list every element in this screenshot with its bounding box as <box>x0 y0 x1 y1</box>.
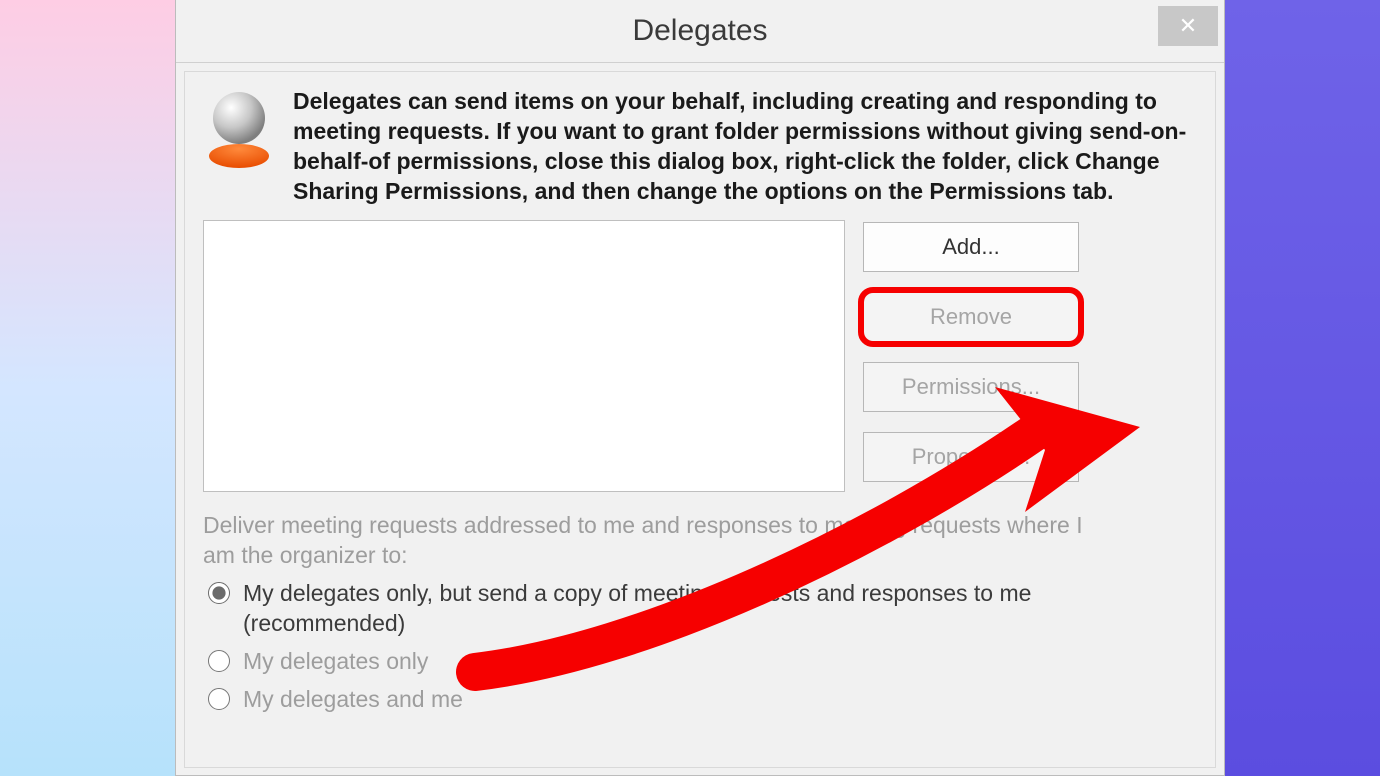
dialog-content: Delegates can send items on your behalf,… <box>184 71 1216 768</box>
radio-option-opt2[interactable]: My delegates only <box>203 646 1197 676</box>
permissions-button[interactable]: Permissions... <box>863 362 1079 412</box>
radio-input-opt3[interactable] <box>208 688 230 710</box>
delegate-listbox[interactable] <box>203 220 845 492</box>
deliver-requests-label: Deliver meeting requests addressed to me… <box>203 510 1103 570</box>
delegate-action-buttons: Add... Remove Permissions... Properties.… <box>863 222 1079 492</box>
radio-label-opt1: My delegates only, but send a copy of me… <box>243 578 1073 638</box>
close-icon: ✕ <box>1179 13 1197 39</box>
radio-input-opt2[interactable] <box>208 650 230 672</box>
background-left-gradient <box>0 0 175 776</box>
dialog-title: Delegates <box>176 0 1224 62</box>
radio-label-opt3: My delegates and me <box>243 684 463 714</box>
radio-label-opt2: My delegates only <box>243 646 428 676</box>
dialog-titlebar: Delegates ✕ <box>176 0 1224 63</box>
delegate-avatar-icon <box>203 86 275 206</box>
properties-button[interactable]: Properties... <box>863 432 1079 482</box>
close-button[interactable]: ✕ <box>1158 6 1218 46</box>
add-button[interactable]: Add... <box>863 222 1079 272</box>
remove-button[interactable]: Remove <box>863 292 1079 342</box>
radio-input-opt1[interactable] <box>208 582 230 604</box>
radio-option-opt1[interactable]: My delegates only, but send a copy of me… <box>203 578 1197 638</box>
background-right-gradient <box>1225 0 1380 776</box>
deliver-requests-radiogroup: My delegates only, but send a copy of me… <box>203 578 1197 714</box>
delegates-dialog: Delegates ✕ <box>175 0 1225 776</box>
radio-option-opt3[interactable]: My delegates and me <box>203 684 1197 714</box>
intro-description: Delegates can send items on your behalf,… <box>293 86 1193 206</box>
